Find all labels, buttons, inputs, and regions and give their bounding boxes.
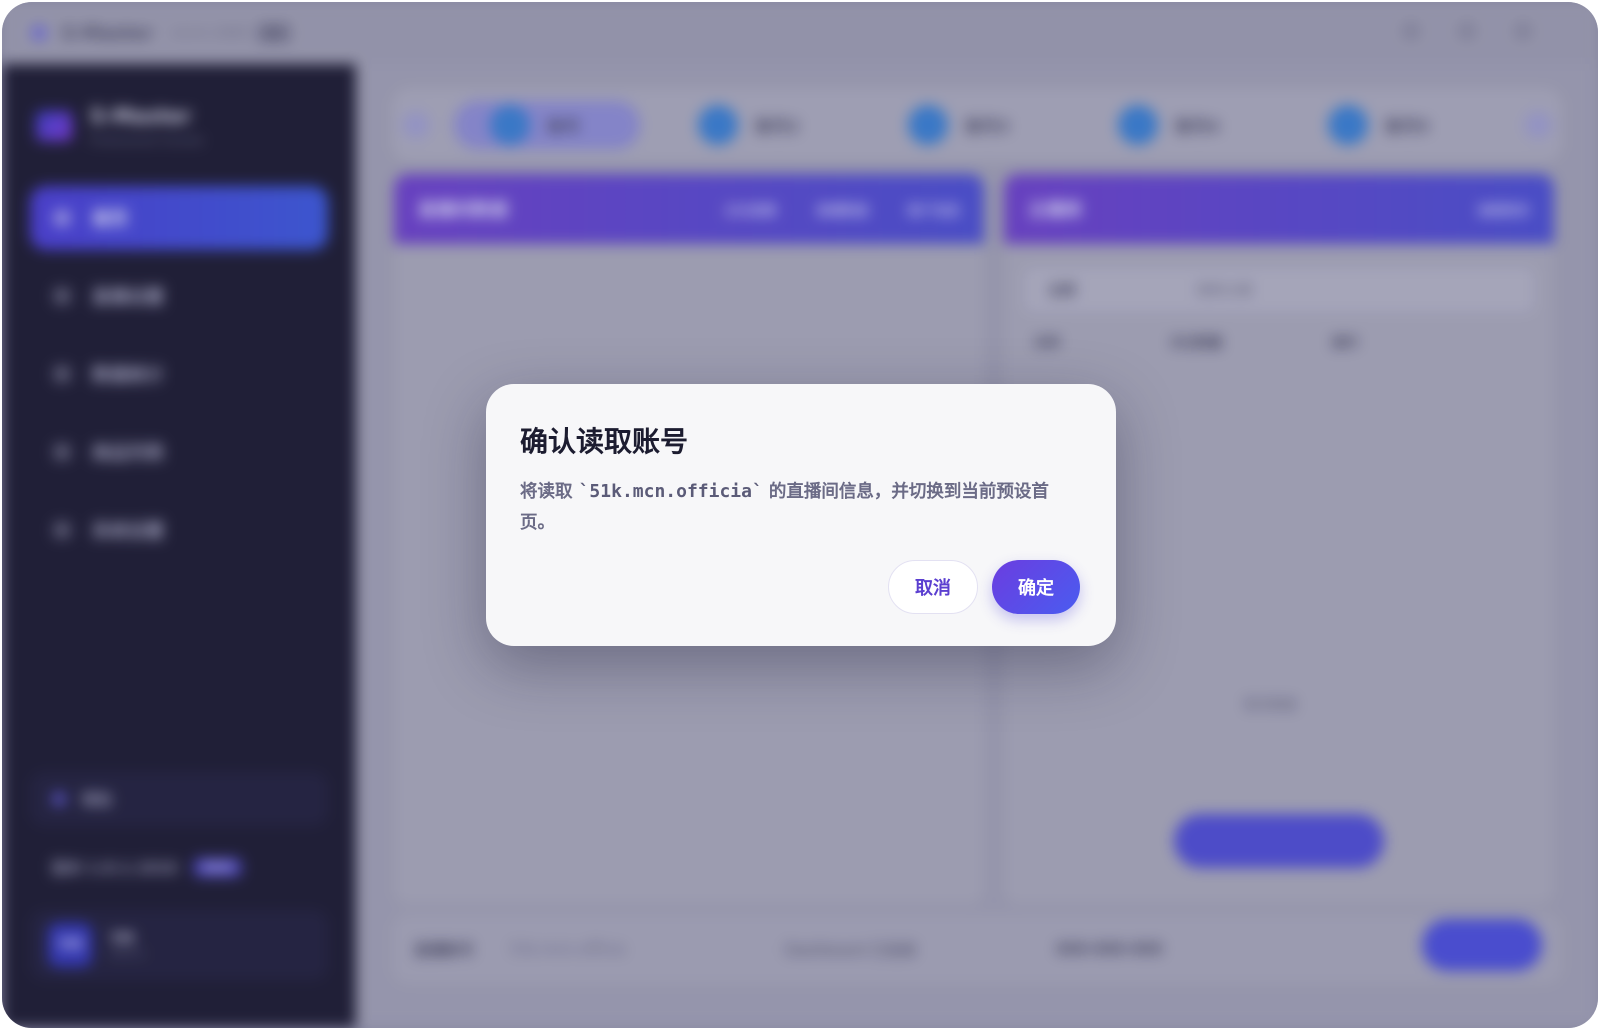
- confirm-dialog: 确认读取账号 将读取 `51k.mcn.officia` 的直播间信息，并切换到…: [486, 384, 1116, 646]
- confirm-button[interactable]: 确定: [992, 560, 1080, 614]
- dialog-title: 确认读取账号: [520, 425, 689, 458]
- account-name: `51k.mcn.officia`: [578, 481, 763, 502]
- message-prefix: 将读取: [520, 482, 579, 502]
- cancel-button[interactable]: 取消: [888, 560, 978, 614]
- dialog-message: 将读取 `51k.mcn.officia` 的直播间信息，并切换到当前预设首页。: [520, 476, 1075, 539]
